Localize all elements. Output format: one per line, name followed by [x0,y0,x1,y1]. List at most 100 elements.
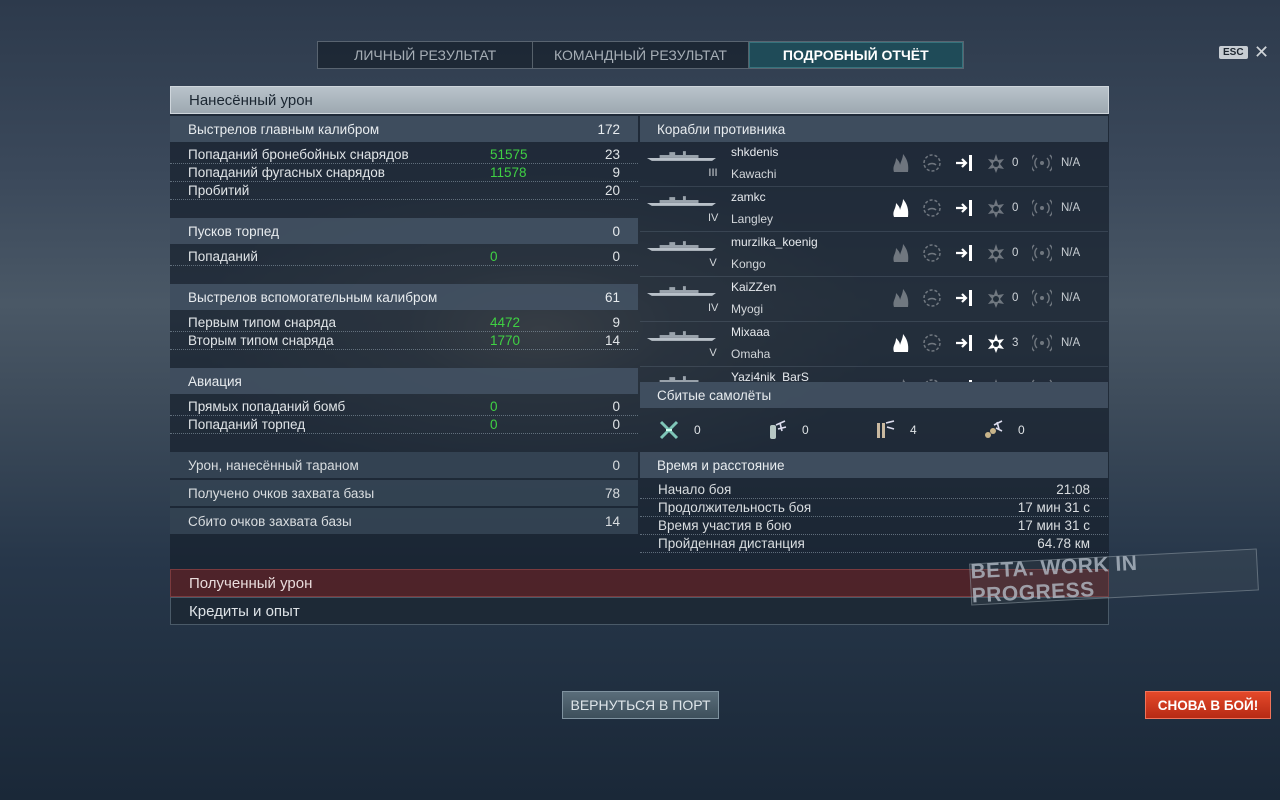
stat-value: 0 [612,249,620,264]
ram-arrow-glyph [956,155,972,171]
ship-silhouette-icon [646,286,716,296]
torpedo-group: Пусков торпед 0 Попаданий 0 0 [170,218,638,272]
stat-value: 9 [612,315,620,330]
time-row: Пройденная дистанция 64.78 км [640,535,1108,553]
enemy-ship-row[interactable]: Mixaaa V Omaha 3 N/A [640,322,1108,367]
critical-hit-icon [980,377,1012,382]
time-row: Продолжительность боя 17 мин 31 с [640,499,1108,517]
stat-value: 0 [612,417,620,432]
critical-hit-glyph [988,153,1004,173]
spotted-value: 3 [1012,337,1019,349]
enemy-ship-row[interactable]: zamkc IV Langley 0 N/A [640,187,1108,232]
ram-arrow-glyph [969,380,972,382]
stat-label: Попаданий бронебойных снарядов [188,147,409,162]
radar-glyph [1032,289,1052,307]
tab-detailed-report[interactable]: ПОДРОБНЫЙ ОТЧЁТ [748,42,963,68]
ship-action-icons: 0 N/A [884,197,1080,219]
ship-name: Kawachi [731,167,777,181]
stat-value: 0 [612,399,620,414]
stat-value: 23 [604,147,620,162]
stat-label: Попаданий торпед [188,417,306,432]
detection-value: N/A [1061,247,1081,259]
time-distance-title: Время и расстояние [640,452,1108,478]
flooding-glyph [923,289,941,307]
damage-dealt-header[interactable]: Нанесённый урон [170,86,1109,114]
stat-row: Попаданий фугасных снарядов 11578 9 [170,164,638,182]
critical-hit-glyph [988,198,1004,218]
ram-arrow-icon [948,152,980,174]
critical-hit-glyph [988,243,1004,263]
critical-hit-icon [980,287,1012,309]
damage-value: 0 [490,417,498,432]
enemy-ships-list[interactable]: shkdenis III Kawachi 0 N/A zamkc IV Langley 0 N/A… [640,142,1108,382]
stat-label: Вторым типом снаряда [188,333,334,348]
enemy-ship-row[interactable]: murzilka_koenig V Kongo 0 N/A [640,232,1108,277]
time-value: 17 мин 31 с [1017,518,1090,533]
misc-stat-row: Сбито очков захвата базы 14 [170,508,638,534]
time-label: Продолжительность боя [658,500,812,515]
stat-row: Вторым типом снаряда 1770 14 [170,332,638,350]
critical-hit-glyph [994,378,998,382]
spotted-value: 0 [1012,202,1019,214]
stat-row: Пробитий 20 [170,182,638,200]
planes-shot-item: 0 [766,419,874,441]
stat-row: Попаданий бронебойных снарядов 51575 23 [170,146,638,164]
main-battery-rows: Попаданий бронебойных снарядов 51575 23 Поп… [170,142,638,206]
to-battle-button[interactable]: СНОВА В БОЙ! [1145,691,1271,719]
credits-xp-header[interactable]: Кредиты и опыт [170,597,1109,625]
critical-hit-icon [980,332,1012,354]
stat-label: Первым типом снаряда [188,315,336,330]
fire-glyph [893,289,909,307]
flooding-glyph [925,379,939,382]
misc-stat-row: Получено очков захвата базы 78 [170,480,638,506]
ship-silhouette-icon [646,151,716,161]
ram-arrow-icon [948,287,980,309]
ship-tier: IV [708,212,719,224]
enemy-ship-row[interactable]: Yazi4nik_BarS [640,367,1108,382]
ram-arrow-glyph [956,290,972,306]
enemy-player-name: shkdenis [731,145,779,159]
aviation-rows: Прямых попаданий бомб 0 0 Попаданий торпед 0… [170,394,638,440]
fire-glyph [893,154,909,172]
return-to-port-button[interactable]: ВЕРНУТЬСЯ В ПОРТ [562,691,719,719]
enemy-player-name: Mixaaa [731,325,770,339]
ship-tier: V [709,257,717,269]
fighter-icon [659,420,679,440]
enemy-ship-row[interactable]: shkdenis III Kawachi 0 N/A [640,142,1108,187]
tab-personal-result[interactable]: ЛИЧНЫЙ РЕЗУЛЬТАТ [318,42,534,68]
misc-stat-label: Получено очков захвата базы [188,485,375,501]
flooding-icon [916,332,948,354]
ship-name: Myogi [731,302,764,316]
detection-value: N/A [1061,292,1081,304]
stat-label: Попаданий фугасных снарядов [188,165,385,180]
ship-action-icons [884,377,1061,382]
flooding-glyph [923,154,941,172]
planes-shot-title: Сбитые самолёты [640,382,1108,408]
radar-glyph [1032,334,1052,352]
ram-arrow-icon [948,377,980,382]
close-icon[interactable]: ✕ [1254,42,1269,63]
dive-bomber-icon [877,420,895,438]
enemy-player-name: zamkc [731,190,766,204]
enemy-ships-title: Корабли противника [640,116,1108,142]
ship-silhouette-icon [659,376,699,382]
ram-arrow-glyph [956,335,972,351]
ram-arrow-icon [948,332,980,354]
secondary-title: Выстрелов вспомогательным калибром [188,289,438,305]
planes-shot-item: 0 [658,419,766,441]
torpedo-rows: Попаданий 0 0 [170,244,638,272]
stat-row: Попаданий 0 0 [170,248,638,266]
aviation-group: Авиация Прямых попаданий бомб 0 0 Попаданий… [170,368,638,440]
radar-glyph [1032,244,1052,262]
ram-arrow-icon [948,197,980,219]
secondary-group: Выстрелов вспомогательным калибром 61 Пер… [170,284,638,356]
misc-stat-value: 78 [604,485,620,501]
enemy-ship-row[interactable]: KaiZZen IV Myogi 0 N/A [640,277,1108,322]
planes-shot-value: 0 [1018,423,1025,437]
bomber-icon [985,420,1003,438]
detection-value: N/A [1061,157,1081,169]
damage-received-header[interactable]: Полученный урон [170,569,1109,597]
tab-team-result[interactable]: КОМАНДНЫЙ РЕЗУЛЬТАТ [533,42,749,68]
ram-arrow-glyph [956,200,972,216]
ship-silhouette-icon [646,196,716,206]
